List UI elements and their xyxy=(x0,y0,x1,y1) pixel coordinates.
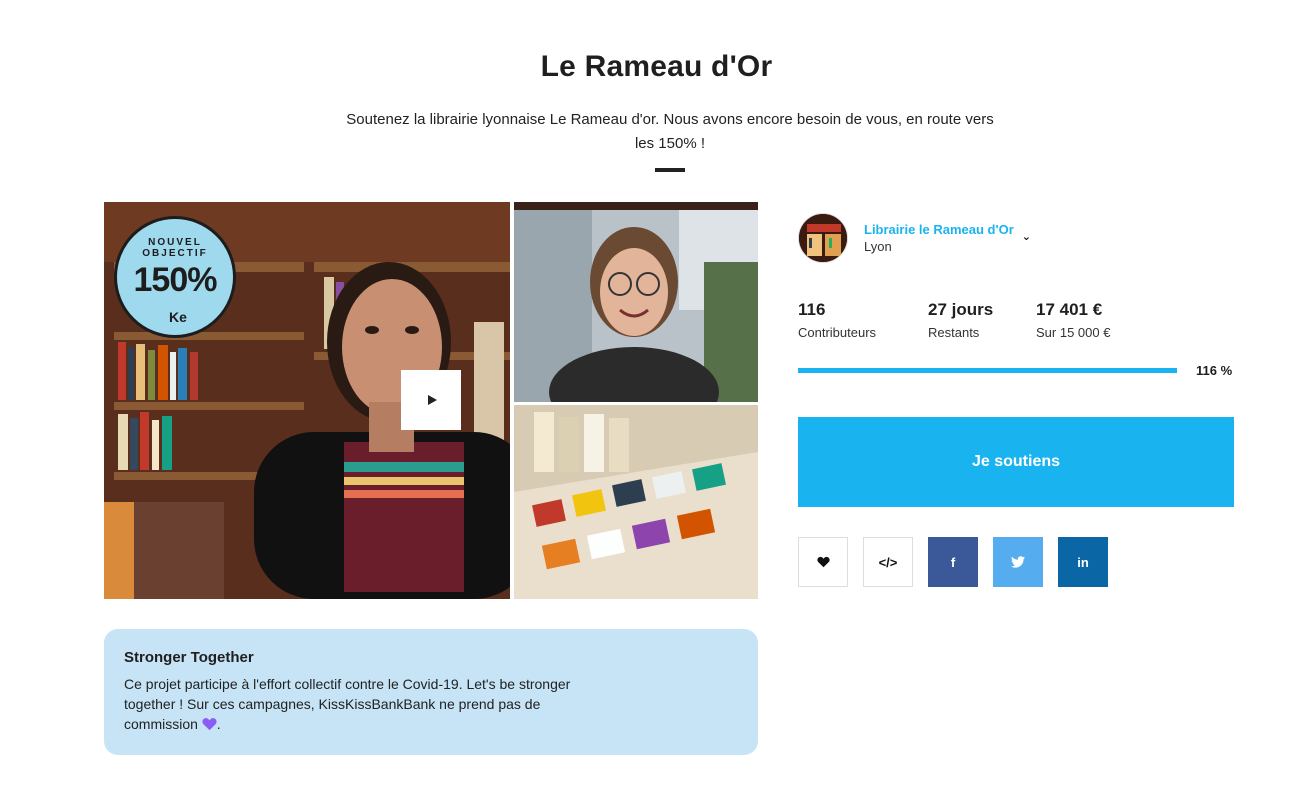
project-video[interactable]: NOUVEL OBJECTIF 150% Ke xyxy=(104,202,758,599)
owner-name-link[interactable]: Librairie le Rameau d'Or xyxy=(864,222,1014,237)
linkedin-share-button[interactable]: in xyxy=(1058,537,1108,587)
page-subtitle: Soutenez la librairie lyonnaise Le Ramea… xyxy=(346,111,994,152)
favorite-button[interactable] xyxy=(798,537,848,587)
badge-caption: NOUVEL OBJECTIF xyxy=(142,237,208,259)
funding-percent: 116 % xyxy=(1196,363,1233,378)
embed-button[interactable]: </> xyxy=(863,537,913,587)
progress-fill xyxy=(798,368,1177,373)
facebook-icon: f xyxy=(950,554,956,570)
play-button[interactable] xyxy=(401,370,461,430)
days-label: Restants xyxy=(928,325,980,340)
kkbb-logo: Ke xyxy=(169,309,187,325)
twitter-icon xyxy=(1011,556,1025,568)
heart-icon xyxy=(816,556,830,568)
purple-heart-icon xyxy=(202,718,217,731)
project-owner[interactable]: Librairie le Rameau d'Or Lyon ⌄ xyxy=(798,213,1031,263)
page-title: Le Rameau d'Or xyxy=(540,50,773,83)
twitter-share-button[interactable] xyxy=(993,537,1043,587)
stat-days: 27 jours Restants xyxy=(928,300,993,340)
infobox-text: Ce projet participe à l'effort collectif… xyxy=(124,674,584,734)
stronger-together-box: Stronger Together Ce projet participe à … xyxy=(104,629,758,755)
badge-percent: 150% xyxy=(133,261,218,299)
amount-value: 17 401 € xyxy=(1036,300,1103,319)
funding-progress-bar xyxy=(798,368,1177,373)
infobox-title: Stronger Together xyxy=(124,649,254,666)
play-icon xyxy=(428,395,437,405)
infobox-suffix: . xyxy=(216,716,221,732)
title-divider xyxy=(655,168,685,172)
infobox-body: Ce projet participe à l'effort collectif… xyxy=(124,676,571,732)
support-button[interactable]: Je soutiens xyxy=(798,417,1234,507)
amount-goal-label: Sur 15 000 € xyxy=(1036,325,1111,340)
days-value: 27 jours xyxy=(928,300,994,319)
linkedin-icon: in xyxy=(1077,554,1089,570)
owner-avatar[interactable] xyxy=(798,213,848,263)
embed-icon: </> xyxy=(878,554,898,570)
contributors-label: Contributeurs xyxy=(798,325,877,340)
owner-city: Lyon xyxy=(864,239,892,254)
owner-info: Librairie le Rameau d'Or Lyon xyxy=(864,222,1014,254)
storefront-image xyxy=(799,214,847,262)
facebook-share-button[interactable]: f xyxy=(928,537,978,587)
stat-contributors: 116 Contributeurs xyxy=(798,300,876,340)
chevron-down-icon[interactable]: ⌄ xyxy=(1022,230,1031,243)
stat-amount: 17 401 € Sur 15 000 € xyxy=(1036,300,1110,340)
contributors-value: 116 xyxy=(798,300,826,319)
new-goal-badge: NOUVEL OBJECTIF 150% Ke xyxy=(114,216,236,338)
